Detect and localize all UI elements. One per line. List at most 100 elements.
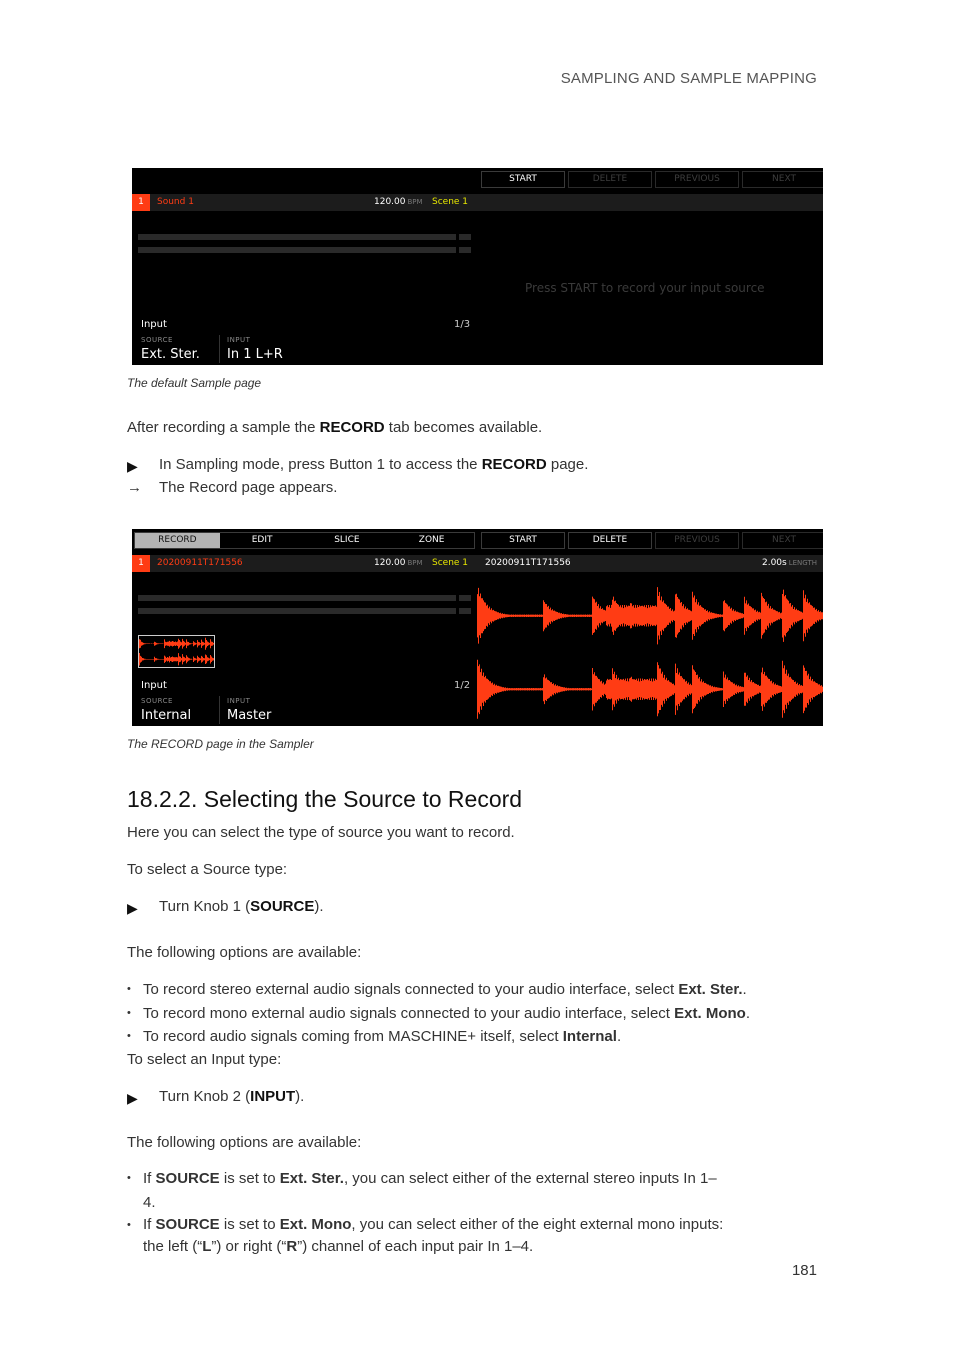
sample-page-screenshot: START DELETE PREVIOUS NEXT 1 Sound 1 120… <box>132 168 823 365</box>
page-indicator: 1/3 <box>454 319 471 330</box>
delete-button[interactable]: DELETE <box>568 171 652 188</box>
next-button[interactable]: NEXT <box>742 171 823 188</box>
bold-text: Ext. Mono <box>674 1004 746 1022</box>
step-instruction: In Sampling mode, press Button 1 to acce… <box>159 456 588 473</box>
bold-text: RECORD <box>319 419 385 436</box>
list-item: If SOURCE is set to Ext. Ster., you can … <box>127 1167 727 1214</box>
text: ). <box>295 1088 305 1105</box>
bold-text: L <box>202 1238 212 1255</box>
level-meter-right-peak <box>459 608 471 614</box>
tab-edit[interactable]: EDIT <box>220 533 305 548</box>
bold-text: SOURCE <box>250 898 315 915</box>
text: . <box>745 1004 750 1022</box>
delete-button[interactable]: DELETE <box>568 532 652 549</box>
text: If <box>143 1216 156 1233</box>
tab-record[interactable]: RECORD <box>135 533 220 548</box>
tempo-readout: 120.00 BPM <box>374 194 423 211</box>
page-number: 181 <box>791 1262 817 1279</box>
info-bar: 1 Sound 1 120.00 BPM Scene 1 <box>132 194 823 211</box>
text: ”) channel of each input pair In 1–4. <box>297 1238 534 1255</box>
figure-caption-2: The RECORD page in the Sampler <box>127 737 314 751</box>
step-marker-icon: ▶ <box>127 1090 138 1106</box>
step-marker-icon: ▶ <box>127 458 138 474</box>
sample-name: 20200911T171556 <box>485 558 571 568</box>
bold-text: INPUT <box>250 1088 296 1105</box>
options-intro: The following options are available: <box>127 944 362 961</box>
text: is set to <box>219 1170 280 1187</box>
list-item: To record mono external audio signals co… <box>127 1002 827 1026</box>
source-options-list: To record stereo external audio signals … <box>127 978 827 1049</box>
paragraph-record-tab: After recording a sample the RECORD tab … <box>127 419 542 436</box>
source-knob-label: SOURCE <box>141 336 173 344</box>
text: Turn Knob 2 ( <box>159 1088 251 1105</box>
options-intro: The following options are available: <box>127 1134 362 1151</box>
bpm-unit: BPM <box>407 198 423 206</box>
step-instruction: Turn Knob 2 (INPUT). <box>159 1088 304 1105</box>
text: To record mono external audio signals co… <box>143 1004 675 1022</box>
record-hint: Press START to record your input source <box>525 281 765 295</box>
input-knob-value[interactable]: Master <box>227 708 271 723</box>
text: ). <box>314 898 324 915</box>
source-knob-value[interactable]: Internal <box>141 708 191 723</box>
level-meter-right-peak <box>459 247 471 253</box>
top-button-row: START DELETE PREVIOUS NEXT <box>481 532 823 549</box>
tab-zone[interactable]: ZONE <box>389 533 474 548</box>
source-knob-label: SOURCE <box>141 697 173 705</box>
start-button[interactable]: START <box>481 171 565 188</box>
result-arrow-icon: → <box>127 479 142 496</box>
scene-name: Scene 1 <box>432 558 469 568</box>
tab-slice[interactable]: SLICE <box>305 533 390 548</box>
thumbnail-waveform-channel-2 <box>139 653 214 666</box>
sample-thumbnail[interactable] <box>138 635 215 668</box>
knob-divider <box>219 335 220 363</box>
bpm-value: 120.00 <box>374 558 406 568</box>
bold-text: Ext. Ster. <box>279 1170 344 1187</box>
input-knob-value[interactable]: In 1 L+R <box>227 347 283 362</box>
bold-text: RECORD <box>481 456 547 473</box>
bold-text: R <box>286 1238 298 1255</box>
previous-button[interactable]: PREVIOUS <box>655 532 739 549</box>
tempo-readout: 120.00 BPM <box>374 555 423 572</box>
source-knob-value[interactable]: Ext. Ster. <box>141 347 200 362</box>
previous-button[interactable]: PREVIOUS <box>655 171 739 188</box>
text: page. <box>546 456 589 473</box>
step-marker-icon: ▶ <box>127 900 138 916</box>
level-meter-left-peak <box>459 595 471 601</box>
text: ”) or right (“ <box>211 1238 287 1255</box>
step-result: The Record page appears. <box>159 479 338 496</box>
bold-text: Internal <box>562 1028 617 1045</box>
text: . <box>616 1028 622 1045</box>
bold-text: Ext. Ster. <box>678 981 743 998</box>
input-knob-label: INPUT <box>227 336 251 344</box>
bold-text: Ext. Mono <box>279 1216 352 1233</box>
waveform-display <box>477 587 823 719</box>
intro-paragraph: Here you can select the type of source y… <box>127 824 515 841</box>
page-tabs: RECORD EDIT SLICE ZONE <box>134 532 475 549</box>
bpm-value: 120.00 <box>374 197 406 207</box>
bold-text: SOURCE <box>155 1170 220 1187</box>
text: . <box>742 981 747 998</box>
text: To record stereo external audio signals … <box>143 981 679 998</box>
thumbnail-waveform <box>139 637 214 666</box>
slot-number: 1 <box>132 194 150 211</box>
text: is set to <box>219 1216 280 1233</box>
level-meter-left <box>138 595 456 601</box>
input-select-paragraph: To select an Input type: <box>127 1051 282 1068</box>
text: After recording a sample the <box>127 419 320 436</box>
next-button[interactable]: NEXT <box>742 532 823 549</box>
figure-caption-1: The default Sample page <box>127 376 262 390</box>
level-meter-right <box>138 608 456 614</box>
top-button-row: START DELETE PREVIOUS NEXT <box>481 171 823 188</box>
text: To record audio signals coming from MASC… <box>143 1028 563 1045</box>
sample-length: 2.00s LENGTH <box>762 555 817 572</box>
sound-name: Sound 1 <box>157 197 194 207</box>
slot-number: 1 <box>132 555 150 572</box>
start-button[interactable]: START <box>481 532 565 549</box>
info-bar: 1 20200911T171556 120.00 BPM Scene 1 2020… <box>132 555 823 572</box>
scene-name: Scene 1 <box>432 197 469 207</box>
running-header: SAMPLING AND SAMPLE MAPPING <box>560 70 817 87</box>
length-value: 2.00s <box>761 558 787 568</box>
input-knob-label: INPUT <box>227 697 251 705</box>
text: In Sampling mode, press Button 1 to acce… <box>159 456 482 473</box>
list-item: To record audio signals coming from MASC… <box>127 1025 827 1049</box>
